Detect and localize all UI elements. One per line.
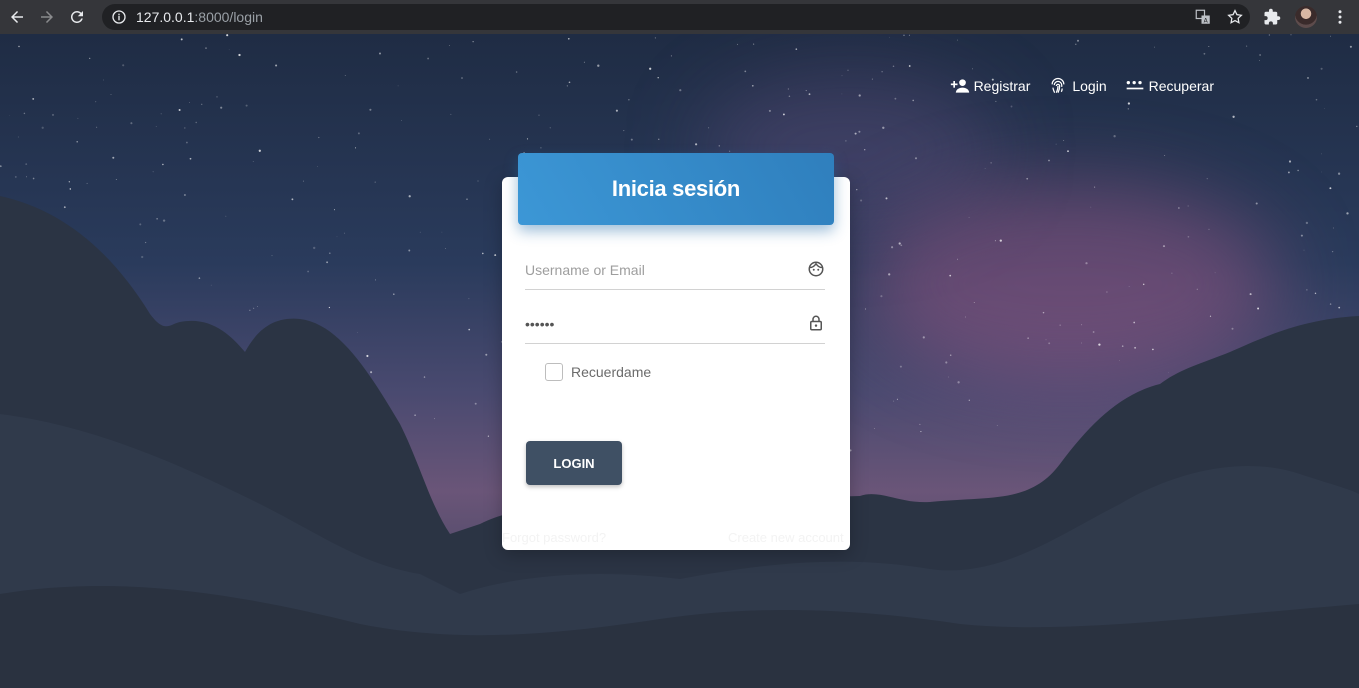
reload-button[interactable]	[64, 4, 90, 30]
person-add-icon	[950, 79, 969, 93]
star-icon[interactable]	[1226, 8, 1244, 26]
card-title: Inicia sesión	[611, 176, 741, 201]
back-button[interactable]	[4, 4, 30, 30]
password-field	[525, 304, 825, 344]
top-navigation: Registrar Login Recuperar	[950, 76, 1214, 96]
translate-icon[interactable]: A	[1194, 8, 1212, 26]
arrow-right-icon	[41, 11, 53, 23]
arrow-left-icon	[11, 11, 23, 23]
url-text[interactable]: 127.0.0.1:8000/login	[136, 9, 263, 25]
recover-link[interactable]: Recuperar	[1125, 76, 1214, 96]
login-label: Login	[1072, 78, 1107, 94]
lock-icon	[810, 315, 822, 331]
username-input[interactable]	[525, 261, 795, 278]
menu-button[interactable]	[1328, 5, 1352, 29]
login-link[interactable]: Login	[1048, 76, 1107, 96]
remember-checkbox[interactable]	[545, 363, 563, 381]
login-card: Inicia sesión Recuerdame LOGIN Forgot pa…	[502, 153, 850, 550]
url-path: :8000/login	[194, 9, 263, 25]
username-field	[525, 250, 825, 290]
create-account-link[interactable]: Create new account	[728, 530, 844, 545]
address-bar[interactable]: 127.0.0.1:8000/login A	[102, 4, 1250, 30]
forgot-password-link[interactable]: Forgot password?	[502, 530, 606, 545]
remember-label: Recuerdame	[571, 364, 652, 380]
recover-label: Recuperar	[1148, 78, 1214, 94]
password-input[interactable]	[525, 315, 795, 332]
remember-me: Recuerdame	[545, 363, 651, 381]
register-link[interactable]: Registrar	[950, 76, 1031, 96]
register-label: Registrar	[973, 78, 1031, 94]
kebab-menu-icon	[1338, 10, 1342, 24]
password-dots-icon	[1126, 81, 1143, 90]
fingerprint-icon	[1051, 77, 1065, 93]
profile-button[interactable]	[1294, 5, 1318, 29]
browser-toolbar: 127.0.0.1:8000/login A	[0, 0, 1359, 34]
card-footer-links: Forgot password? Create new account	[502, 530, 850, 550]
login-button[interactable]: LOGIN	[526, 441, 622, 485]
extensions-button[interactable]	[1260, 5, 1284, 29]
forward-button[interactable]	[34, 4, 60, 30]
page-background: Registrar Login Recuperar Inicia sesión …	[0, 34, 1359, 688]
url-host: 127.0.0.1	[136, 9, 195, 25]
card-header: Inicia sesión	[518, 153, 834, 225]
puzzle-icon	[1264, 8, 1281, 25]
face-icon	[808, 261, 824, 277]
info-icon[interactable]	[111, 9, 127, 25]
avatar	[1295, 6, 1317, 28]
reload-icon	[70, 10, 83, 23]
